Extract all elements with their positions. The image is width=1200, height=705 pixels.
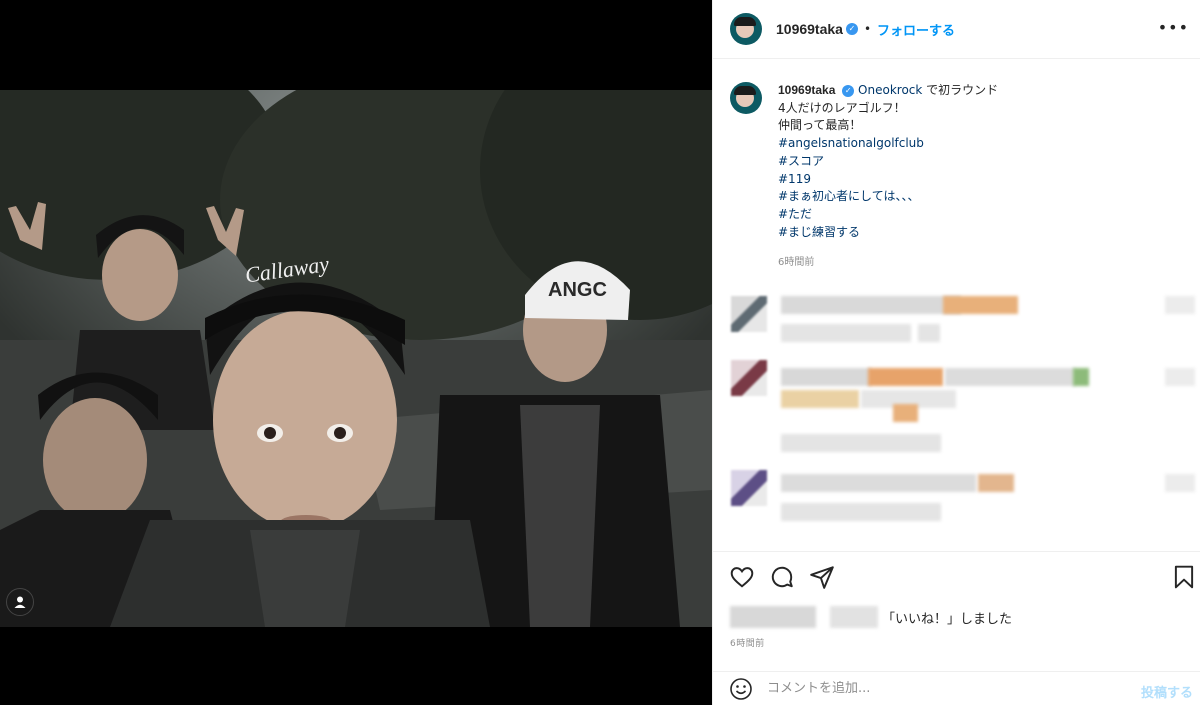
blurred-text (781, 368, 871, 386)
hashtag-link[interactable]: #ただ (778, 206, 998, 224)
hashtag-link[interactable]: #119 (778, 171, 998, 189)
blurred-text (978, 474, 1014, 492)
blurred-text (781, 390, 859, 408)
blurred-text (918, 324, 940, 342)
angc-cap-text: ANGC (548, 279, 607, 301)
caption-line: 4人だけのレアゴルフ！ (778, 100, 906, 115)
verified-badge-icon: ✓ (842, 84, 855, 97)
blurred-avatar (731, 470, 767, 506)
emoji-icon[interactable] (729, 677, 753, 701)
caption-line: で初ラウンド (926, 83, 999, 97)
blurred-text (945, 368, 1075, 386)
heart-icon[interactable] (729, 564, 755, 590)
user-tag-icon (14, 596, 26, 608)
avatar[interactable] (730, 13, 762, 45)
blurred-text (1165, 368, 1195, 386)
more-icon[interactable]: ••• (1158, 18, 1189, 37)
share-icon[interactable] (809, 564, 835, 590)
mention-link[interactable]: Oneokrock (858, 83, 922, 97)
hashtag-link[interactable]: #まじ練習する (778, 224, 998, 242)
hashtag-link[interactable]: #まぁ初心者にしては、、、 (778, 188, 998, 206)
caption: 10969taka ✓ Oneokrock で初ラウンド 4人だけのレアゴルフ！… (730, 82, 1180, 272)
blurred-text (781, 434, 941, 452)
blurred-text (1073, 368, 1089, 386)
blurred-text (1165, 296, 1195, 314)
hashtag-link[interactable]: #angelsnationalgolfclub (778, 135, 998, 153)
follow-button[interactable]: フォローする (877, 20, 955, 39)
comment-input[interactable] (767, 681, 1107, 696)
post-comment-button[interactable]: 投稿する (1141, 682, 1193, 701)
caption-time: 6時間前 (778, 257, 815, 269)
post-header: 10969taka ✓ • フォローする ••• (713, 0, 1200, 59)
blurred-text (1165, 474, 1195, 492)
separator-dot: • (863, 22, 872, 36)
action-bar (713, 551, 1200, 599)
post-side-panel: 10969taka ✓ • フォローする ••• 10969taka ✓ One… (712, 0, 1200, 705)
blurred-text (730, 606, 816, 628)
caption-username[interactable]: 10969taka (778, 83, 835, 97)
blurred-text (781, 296, 961, 314)
comment-bar: 投稿する (713, 671, 1200, 705)
blurred-text (830, 606, 878, 628)
hashtag-link[interactable]: #スコア (778, 153, 998, 171)
blurred-text (893, 404, 918, 422)
blurred-avatar (731, 296, 767, 332)
likes-text[interactable]: 「いいね！」しました (882, 608, 1012, 627)
caption-line: 仲間って最高！ (778, 118, 862, 133)
blurred-text (781, 324, 911, 342)
user-tag-button[interactable] (6, 588, 34, 616)
verified-badge-icon: ✓ (845, 23, 858, 35)
caption-avatar[interactable] (730, 82, 762, 114)
likes-line: 「いいね！」しました (730, 606, 1012, 628)
comment-icon[interactable] (769, 564, 795, 590)
caption-text: 10969taka ✓ Oneokrock で初ラウンド 4人だけのレアゴルフ！… (778, 82, 998, 272)
post-time: 6時間前 (730, 639, 765, 649)
blurred-avatar (731, 360, 767, 396)
blurred-text (868, 368, 943, 386)
bookmark-icon[interactable] (1171, 564, 1197, 590)
photo-pane: ANGC Callaway (0, 0, 712, 705)
post-photo[interactable]: ANGC Callaway (0, 90, 712, 627)
post-username[interactable]: 10969taka (776, 21, 843, 37)
blurred-text (781, 503, 941, 521)
blurred-text (943, 296, 1018, 314)
post-photo-illustration: ANGC Callaway (0, 90, 712, 627)
blurred-text (781, 474, 976, 492)
